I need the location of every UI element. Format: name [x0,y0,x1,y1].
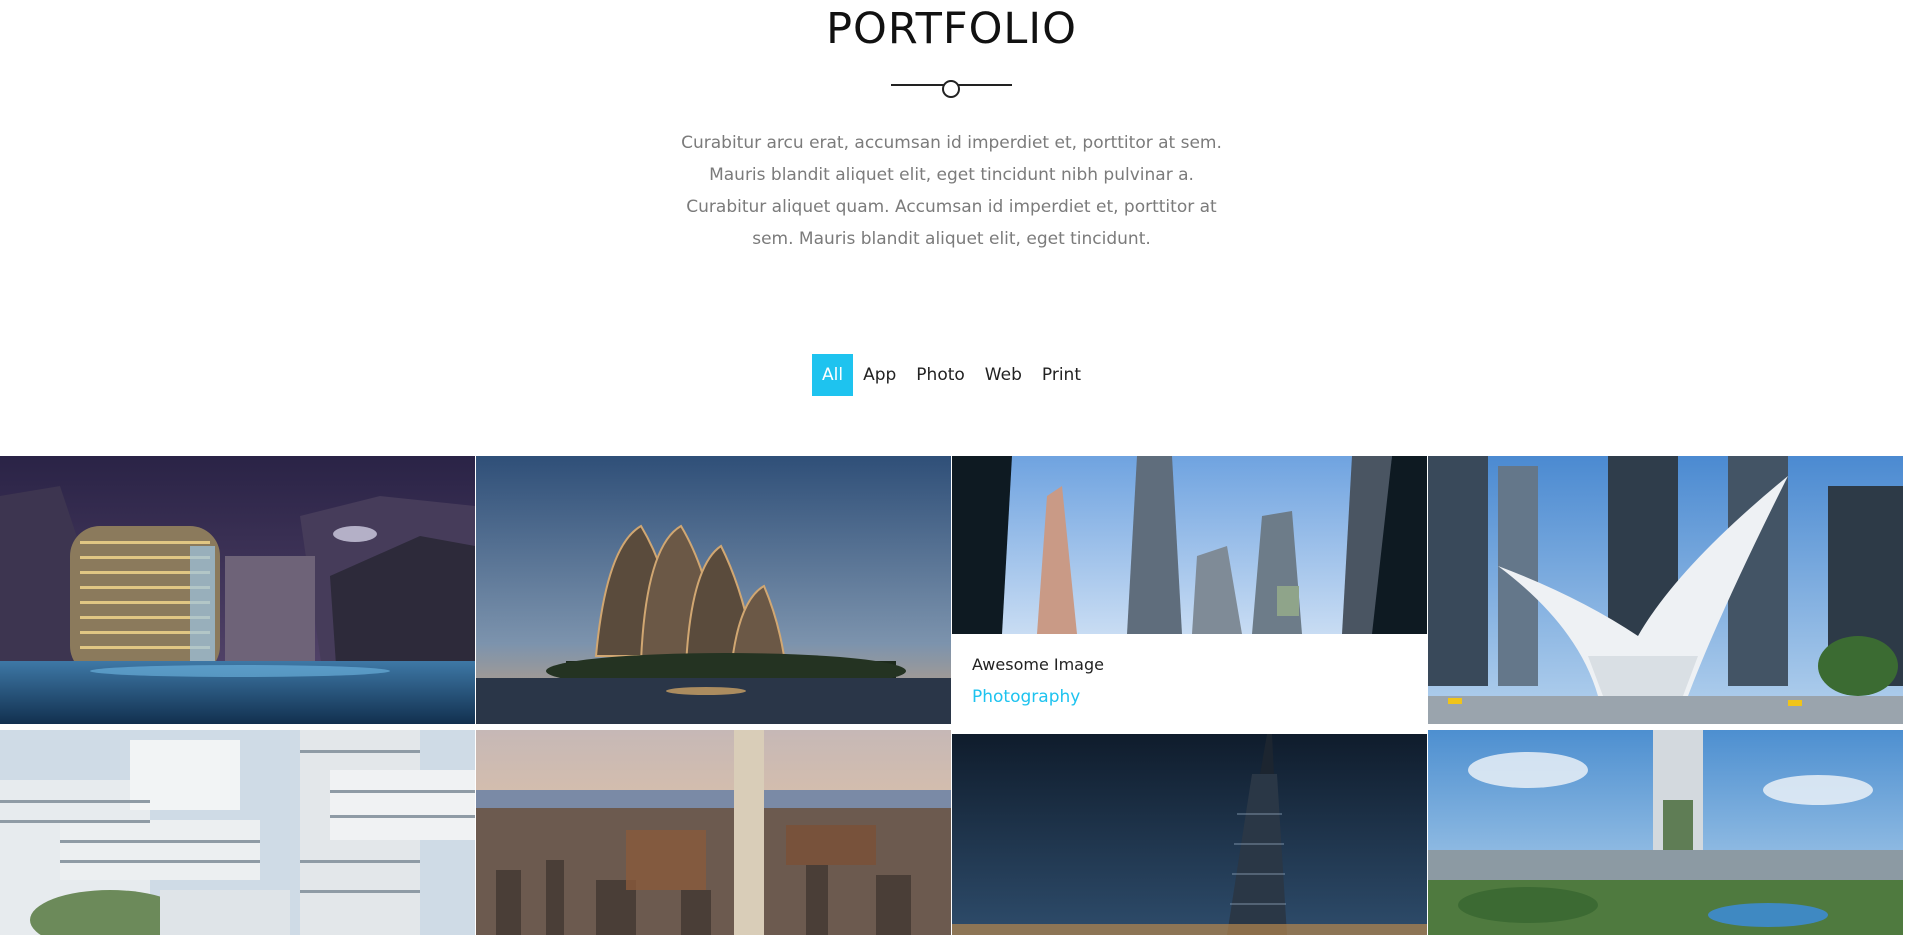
filter-web[interactable]: Web [975,354,1032,396]
portfolio-item[interactable] [952,734,1427,935]
oculus-building-image [1428,456,1903,724]
portfolio-item[interactable] [1428,730,1903,935]
stacked-apartments-image [0,730,475,935]
caption-title: Awesome Image [972,655,1104,674]
section-intro: Curabitur arcu erat, accumsan id imperdi… [681,133,1222,249]
quarry-hotel-image [0,456,475,724]
filter-all[interactable]: All [812,354,854,396]
portfolio-item[interactable] [1428,456,1903,724]
filter-app[interactable]: App [853,354,906,396]
portfolio-item[interactable] [0,456,475,724]
sail-building-image [476,456,951,724]
section-title: PORTFOLIO [826,4,1077,54]
garden-tower-image [1428,730,1903,935]
caption-category-link[interactable]: Photography [972,686,1407,708]
portfolio-grid: Awesome Image Photography [0,456,1903,935]
divider-circle-icon [942,80,960,98]
night-tower-image [952,734,1427,935]
city-tower-image [476,730,951,935]
skyscrapers-image [952,456,1427,634]
item-caption: Awesome Image Photography [952,634,1427,728]
title-divider [891,80,1012,102]
portfolio-item[interactable] [0,730,475,935]
filter-photo[interactable]: Photo [906,354,975,396]
portfolio-filters: All App Photo Web Print [0,354,1903,396]
filter-print[interactable]: Print [1032,354,1091,396]
portfolio-item[interactable] [476,730,951,935]
portfolio-item[interactable] [476,456,951,724]
page: PORTFOLIO Curabitur arcu erat, accumsan … [0,0,1903,935]
portfolio-item-hover[interactable]: Awesome Image Photography [952,456,1427,728]
